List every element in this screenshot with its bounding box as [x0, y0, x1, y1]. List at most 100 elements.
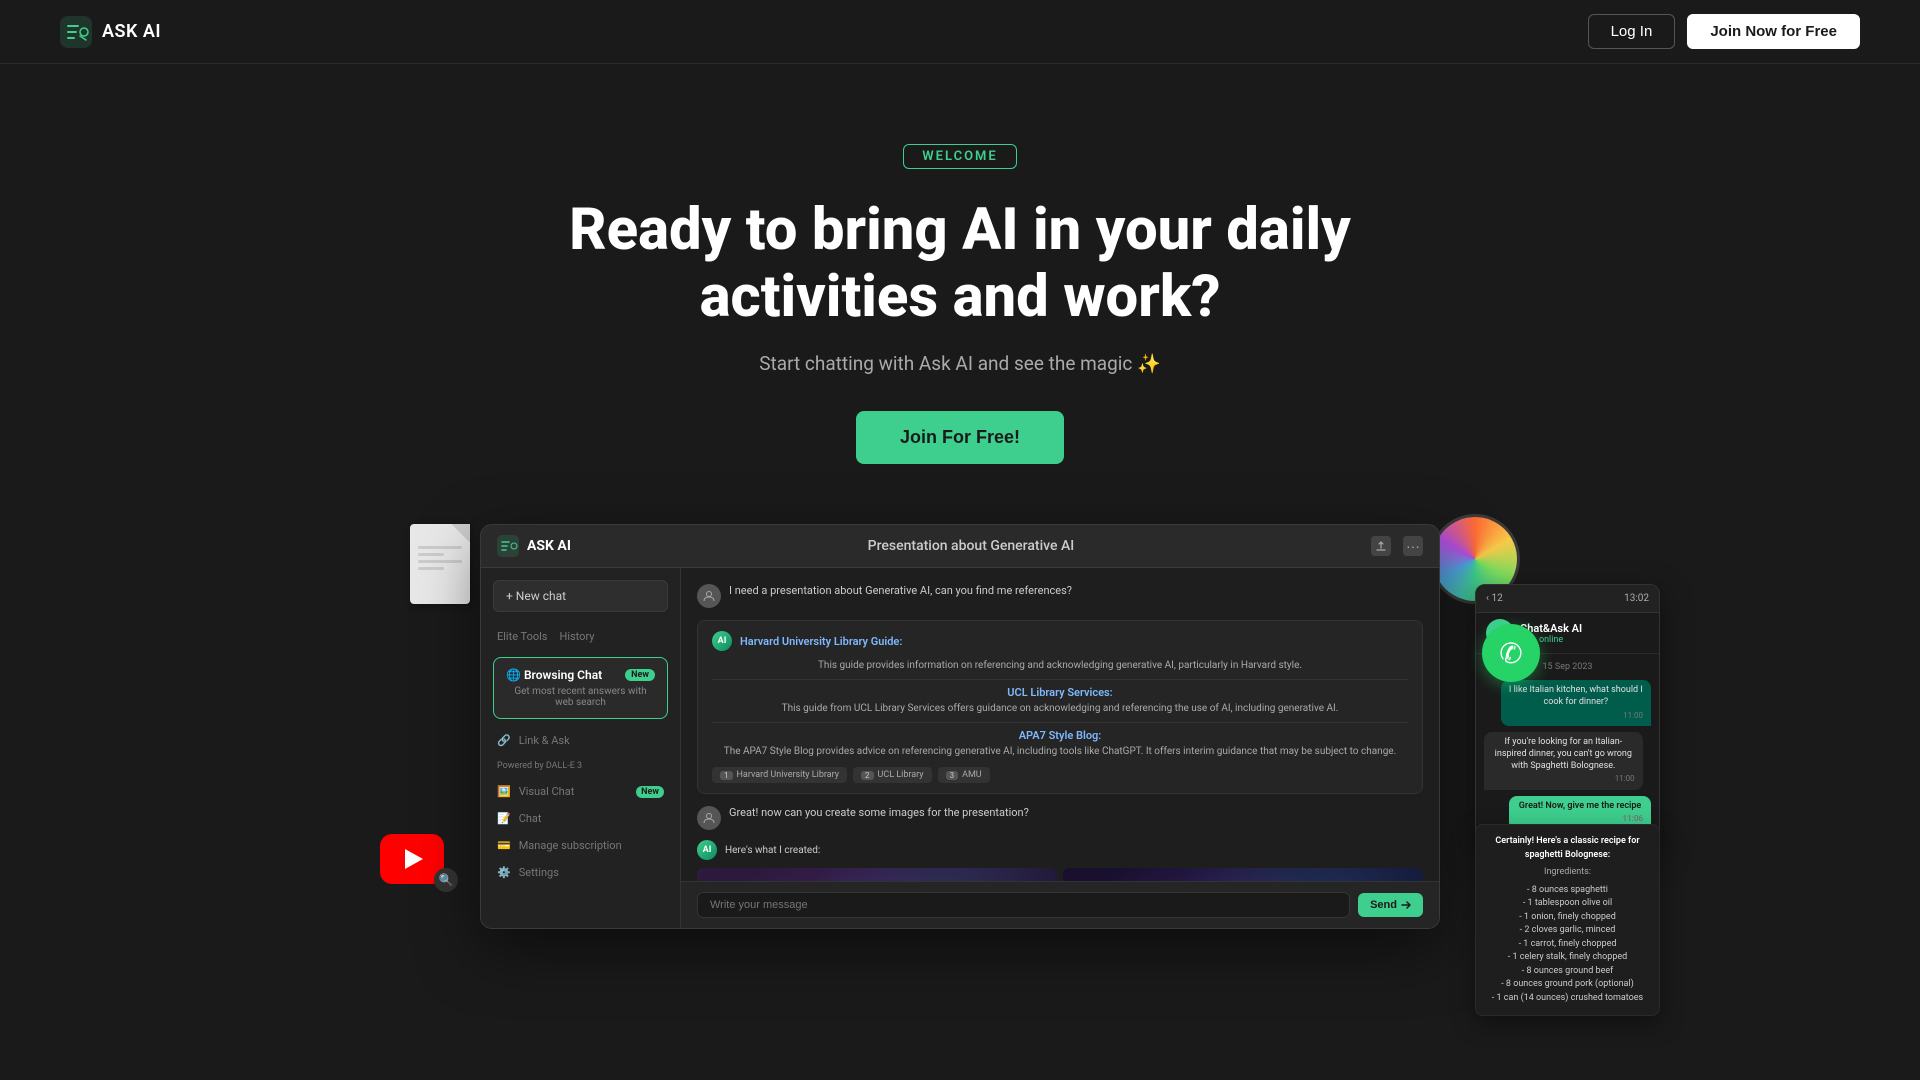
sidebar-link-ask[interactable]: 🔗 Link & Ask	[481, 727, 680, 754]
titlebar-more-btn[interactable]: ···	[1403, 536, 1423, 556]
ai-image-reply: Here's what I created:	[725, 845, 820, 856]
app-body: + New chat Elite Tools History 🌐 Browsin…	[481, 568, 1439, 928]
visual-chat-badge: New	[636, 786, 664, 798]
welcome-badge: WELCOME	[903, 144, 1017, 169]
wa-msg-2-time: 11:00	[1492, 774, 1635, 784]
user-message-text-1: I need a presentation about Generative A…	[729, 584, 1072, 597]
generated-image-1	[697, 868, 1057, 881]
source-3-text: The APA7 Style Blog provides advice on r…	[712, 745, 1408, 759]
wa-msg-3-time: 11:06	[1517, 814, 1643, 824]
doc-line-2	[418, 560, 462, 563]
document-icon	[410, 524, 470, 604]
wa-msg-1-time: 11:00	[1509, 711, 1643, 721]
login-button[interactable]: Log In	[1588, 14, 1676, 49]
sidebar-tool-desc: Get most recent answers with web search	[506, 686, 655, 708]
join-now-button[interactable]: Join Now for Free	[1687, 14, 1860, 49]
chat-area: I need a presentation about Generative A…	[681, 568, 1439, 928]
ai-logo-circle: AI	[712, 631, 732, 651]
sidebar-tool-title: 🌐 Browsing Chat New	[506, 668, 655, 682]
sidebar-section-header: Elite Tools History	[481, 624, 680, 649]
app-sidebar: + New chat Elite Tools History 🌐 Browsin…	[481, 568, 681, 928]
source-1-name: Harvard University Library Guide:	[740, 635, 902, 648]
wa-bubble-ai-1: If you're looking for an Italian-inspire…	[1484, 732, 1643, 789]
recipe-ingredients-title: Ingredients:	[1486, 866, 1649, 880]
mockup-area: ASK AI Presentation about Generative AI …	[0, 524, 1920, 964]
play-icon	[405, 849, 423, 869]
ai-response-1: AI Harvard University Library Guide: Thi…	[697, 620, 1423, 794]
send-icon	[1401, 900, 1411, 910]
doc-line-short	[418, 553, 444, 556]
source-divider-2	[712, 722, 1408, 723]
chip-1: 1Harvard University Library	[712, 767, 847, 783]
titlebar-upload-btn[interactable]	[1371, 536, 1391, 556]
user-icon-2	[703, 812, 715, 824]
sidebar-chat[interactable]: 📝 Chat	[481, 805, 680, 832]
new-chat-button[interactable]: + New chat	[493, 580, 668, 612]
join-free-button[interactable]: Join For Free!	[856, 411, 1064, 464]
chip-2: 2UCL Library	[853, 767, 932, 783]
recipe-lines: - 8 ounces spaghetti - 1 tablespoon oliv…	[1486, 884, 1649, 1006]
wa-msg-1: I like Italian kitchen, what should I co…	[1484, 680, 1651, 726]
user-icon	[703, 590, 715, 602]
new-badge: New	[625, 669, 655, 681]
app-titlebar: ASK AI Presentation about Generative AI …	[481, 525, 1439, 568]
whatsapp-mockup: ‹ 12 13:02 AI Chat&Ask AI online 15 Sep …	[1475, 584, 1660, 844]
navbar: ASK AI Log In Join Now for Free	[0, 0, 1920, 64]
source-block: AI Harvard University Library Guide: Thi…	[697, 620, 1423, 794]
source-2-text: This guide from UCL Library Services off…	[712, 702, 1408, 716]
user-avatar-2	[697, 806, 721, 830]
magnify-icon: 🔍	[434, 868, 458, 892]
wa-msg-2: If you're looking for an Italian-inspire…	[1484, 732, 1651, 789]
recipe-intro: Certainly! Here's a classic recipe for s…	[1486, 835, 1649, 862]
source-2-name: UCL Library Services:	[712, 686, 1408, 699]
sidebar-visual-chat[interactable]: 🖼️ Visual Chat New	[481, 778, 680, 805]
chip-3: 3AMU	[938, 767, 990, 783]
logo-text: ASK AI	[102, 21, 161, 42]
ai-logo-2: AI	[697, 840, 717, 860]
chat-messages: I need a presentation about Generative A…	[681, 568, 1439, 881]
whatsapp-icon: ✆	[1499, 637, 1522, 670]
whatsapp-header: ‹ 12 13:02	[1476, 585, 1659, 613]
mockup-logo-icon	[497, 535, 519, 557]
user-message-text-2: Great! now can you create some images fo…	[729, 806, 1029, 819]
wa-bubble-user-1: I like Italian kitchen, what should I co…	[1501, 680, 1651, 726]
logo: ASK AI	[60, 16, 161, 48]
hero-subtitle: Start chatting with Ask AI and see the m…	[759, 352, 1160, 375]
doc-line-short-2	[418, 567, 444, 570]
recipe-response: Certainly! Here's a classic recipe for s…	[1475, 824, 1660, 1016]
whatsapp-time: 13:02	[1624, 593, 1649, 604]
nav-actions: Log In Join Now for Free	[1588, 14, 1860, 49]
upload-icon	[1375, 540, 1387, 552]
ai-image-response: AI Here's what I created:	[697, 840, 1423, 881]
sidebar-dall-e[interactable]: Powered by DALL-E 3	[481, 754, 680, 778]
mockup-logo: ASK AI	[497, 535, 571, 557]
doc-line	[418, 546, 462, 549]
sidebar-browsing-chat[interactable]: 🌐 Browsing Chat New Get most recent answ…	[493, 657, 668, 719]
send-button[interactable]: Send	[1358, 893, 1423, 917]
logo-icon	[60, 16, 92, 48]
ai-logo-row: AI Harvard University Library Guide:	[712, 631, 1408, 651]
source-chips: 1Harvard University Library 2UCL Library…	[712, 767, 1408, 783]
generated-image-2	[1063, 868, 1423, 881]
whatsapp-float-button[interactable]: ✆	[1482, 624, 1540, 682]
user-avatar	[697, 584, 721, 608]
source-1-text: This guide provides information on refer…	[712, 659, 1408, 673]
titlebar-actions: ···	[1371, 536, 1423, 556]
hero-section: WELCOME Ready to bring AI in your daily …	[0, 64, 1920, 984]
youtube-float: 🔍	[380, 834, 458, 892]
source-3-name: APA7 Style Blog:	[712, 729, 1408, 742]
app-mockup: ASK AI Presentation about Generative AI …	[480, 524, 1440, 929]
generated-images-grid	[697, 868, 1423, 881]
whatsapp-back-arrow: ‹ 12	[1486, 593, 1503, 604]
user-message-2: Great! now can you create some images fo…	[697, 806, 1423, 830]
chat-input-bar: Send	[681, 881, 1439, 928]
sidebar-settings[interactable]: ⚙️ Settings	[481, 859, 680, 886]
hero-title: Ready to bring AI in your daily activiti…	[510, 197, 1410, 330]
source-divider	[712, 679, 1408, 680]
youtube-container: 🔍	[380, 834, 458, 892]
user-message-1: I need a presentation about Generative A…	[697, 584, 1423, 608]
sidebar-manage-subscription[interactable]: 💳 Manage subscription	[481, 832, 680, 859]
whatsapp-messages: 15 Sep 2023 I like Italian kitchen, what…	[1476, 654, 1659, 843]
floating-doc	[410, 524, 480, 614]
chat-input[interactable]	[697, 892, 1350, 918]
